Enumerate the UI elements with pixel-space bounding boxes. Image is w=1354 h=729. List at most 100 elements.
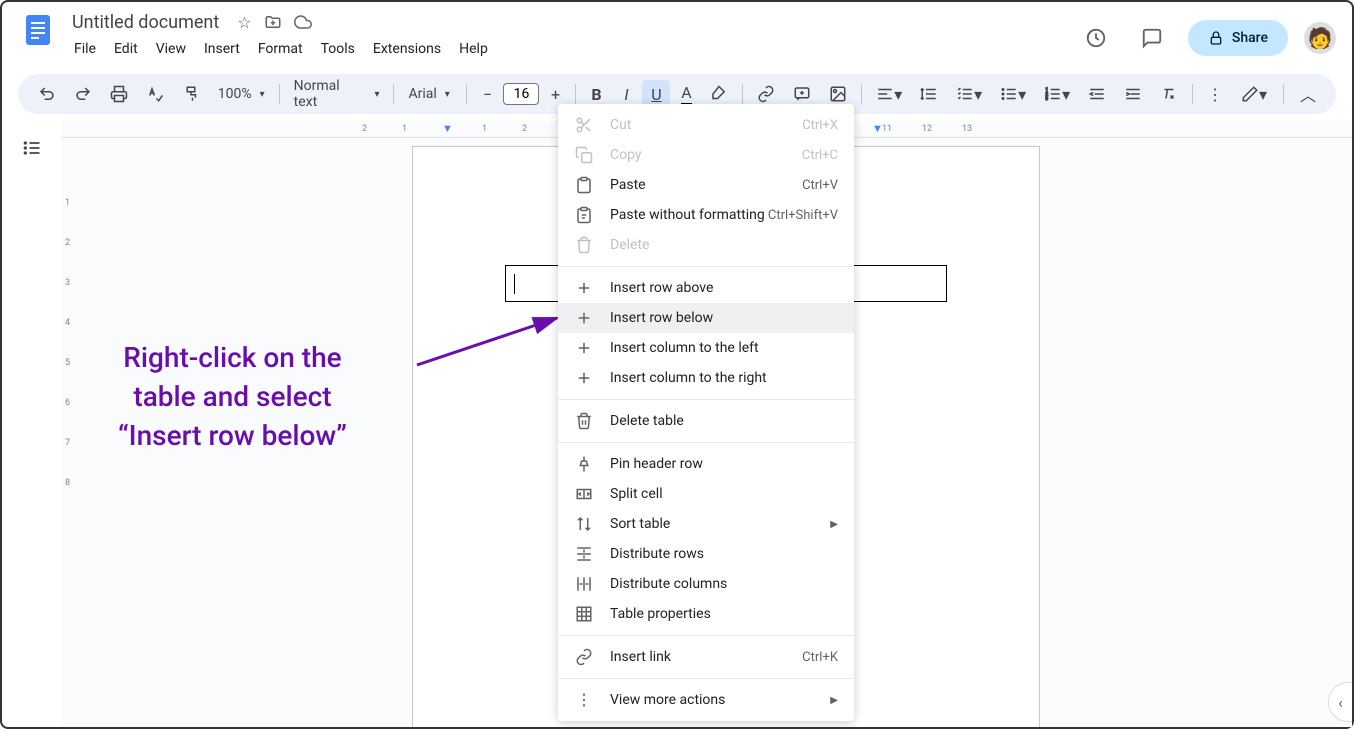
context-menu-paste-without-formatting[interactable]: Paste without formattingCtrl+Shift+V: [558, 200, 854, 230]
header: Untitled document ☆ File Edit View Inser…: [2, 2, 1352, 66]
clear-format-button[interactable]: [1152, 80, 1186, 108]
indent-decrease-button[interactable]: [1080, 80, 1114, 108]
delete-icon: [574, 236, 594, 254]
context-menu-pin-header-row[interactable]: Pin header row: [558, 449, 854, 479]
ruler-vertical[interactable]: 1 2 3 4 5 6 7 8: [62, 138, 78, 727]
context-menu-view-more-actions[interactable]: View more actions▶: [558, 685, 854, 715]
context-menu-delete: Delete: [558, 230, 854, 260]
context-menu-label: Cut: [610, 117, 802, 133]
plus-icon: [574, 309, 594, 327]
bullet-list-button[interactable]: ▾: [992, 80, 1034, 108]
context-menu-label: Delete: [610, 237, 838, 253]
dist-cols-icon: [574, 575, 594, 593]
share-label: Share: [1232, 30, 1268, 46]
menu-format[interactable]: Format: [250, 37, 311, 61]
menu-insert[interactable]: Insert: [196, 37, 248, 61]
checklist-button[interactable]: ▾: [948, 80, 990, 108]
context-menu-label: Insert row above: [610, 280, 838, 296]
context-menu-label: Sort table: [610, 516, 830, 532]
star-icon[interactable]: ☆: [237, 13, 251, 35]
context-menu-label: Pin header row: [610, 456, 838, 472]
header-right: Share 🧑: [1076, 10, 1336, 58]
shortcut: Ctrl+V: [802, 178, 838, 193]
font-size-input[interactable]: [503, 83, 539, 105]
cut-icon: [574, 116, 594, 134]
move-icon[interactable]: [264, 13, 282, 35]
sort-icon: [574, 515, 594, 533]
shortcut: Ctrl+X: [802, 118, 838, 133]
context-menu-label: View more actions: [610, 692, 830, 708]
paste-icon: [574, 176, 594, 194]
context-menu-table-properties[interactable]: Table properties: [558, 599, 854, 629]
pin-icon: [574, 455, 594, 473]
context-menu-label: Insert column to the right: [610, 370, 838, 386]
numbered-list-button[interactable]: 123▾: [1036, 80, 1078, 108]
menubar: File Edit View Insert Format Tools Exten…: [66, 37, 1076, 61]
share-button[interactable]: Share: [1188, 20, 1288, 56]
context-menu-delete-table[interactable]: Delete table: [558, 406, 854, 436]
avatar[interactable]: 🧑: [1304, 22, 1336, 54]
context-menu-label: Insert row below: [610, 310, 838, 326]
copy-icon: [574, 146, 594, 164]
indent-increase-button[interactable]: [1116, 80, 1150, 108]
menu-extensions[interactable]: Extensions: [365, 37, 449, 61]
docs-logo[interactable]: [18, 10, 58, 50]
title-area: Untitled document ☆ File Edit View Inser…: [66, 10, 1076, 61]
left-panel: [2, 122, 62, 727]
shortcut: Ctrl+Shift+V: [768, 208, 838, 223]
outline-button[interactable]: [14, 134, 50, 162]
table-props-icon: [574, 605, 594, 623]
menu-view[interactable]: View: [148, 37, 194, 61]
menu-file[interactable]: File: [66, 37, 104, 61]
zoom-select[interactable]: 100%: [210, 82, 273, 106]
split-icon: [574, 485, 594, 503]
context-menu-label: Delete table: [610, 413, 838, 429]
submenu-arrow-icon: ▶: [830, 695, 838, 706]
comments-icon[interactable]: [1132, 18, 1172, 58]
cloud-icon[interactable]: [294, 13, 312, 35]
spellcheck-button[interactable]: [138, 80, 172, 108]
context-menu-insert-column-to-the-left[interactable]: Insert column to the left: [558, 333, 854, 363]
context-menu-sort-table[interactable]: Sort table▶: [558, 509, 854, 539]
menu-edit[interactable]: Edit: [106, 37, 146, 61]
shortcut: Ctrl+K: [802, 650, 838, 665]
history-icon[interactable]: [1076, 18, 1116, 58]
line-spacing-button[interactable]: [912, 80, 946, 108]
shortcut: Ctrl+C: [802, 148, 838, 163]
print-button[interactable]: [102, 80, 136, 108]
context-menu-insert-row-below[interactable]: Insert row below: [558, 303, 854, 333]
font-select[interactable]: Arial: [400, 82, 460, 106]
align-button[interactable]: ▾: [868, 80, 910, 108]
undo-button[interactable]: [30, 80, 64, 108]
context-menu-insert-link[interactable]: Insert linkCtrl+K: [558, 642, 854, 672]
context-menu-insert-column-to-the-right[interactable]: Insert column to the right: [558, 363, 854, 393]
context-menu-cut: CutCtrl+X: [558, 110, 854, 140]
link-icon: [574, 648, 594, 666]
svg-text:3: 3: [1046, 96, 1049, 102]
context-menu-label: Insert link: [610, 649, 802, 665]
redo-button[interactable]: [66, 80, 100, 108]
style-select[interactable]: Normal text: [286, 74, 388, 114]
context-menu-split-cell[interactable]: Split cell: [558, 479, 854, 509]
context-menu: CutCtrl+XCopyCtrl+CPasteCtrl+VPaste with…: [558, 104, 854, 721]
dist-rows-icon: [574, 545, 594, 563]
menu-help[interactable]: Help: [451, 37, 496, 61]
format-paint-button[interactable]: [174, 80, 208, 108]
context-menu-label: Distribute rows: [610, 546, 838, 562]
more-toolbar-button[interactable]: ⋮: [1199, 80, 1231, 108]
plus-icon: [574, 279, 594, 297]
context-menu-distribute-columns[interactable]: Distribute columns: [558, 569, 854, 599]
collapse-toolbar-button[interactable]: ︿: [1292, 80, 1324, 108]
context-menu-distribute-rows[interactable]: Distribute rows: [558, 539, 854, 569]
context-menu-paste[interactable]: PasteCtrl+V: [558, 170, 854, 200]
context-menu-label: Insert column to the left: [610, 340, 838, 356]
context-menu-insert-row-above[interactable]: Insert row above: [558, 273, 854, 303]
annotation-text: Right-click on the table and select “Ins…: [118, 338, 347, 456]
context-menu-label: Paste without formatting: [610, 207, 768, 223]
font-size-decrease[interactable]: −: [473, 80, 501, 108]
menu-tools[interactable]: Tools: [313, 37, 363, 61]
editing-mode-button[interactable]: ▾: [1233, 80, 1275, 108]
doc-title[interactable]: Untitled document: [66, 10, 225, 35]
more-icon: [574, 691, 594, 709]
context-menu-label: Paste: [610, 177, 802, 193]
